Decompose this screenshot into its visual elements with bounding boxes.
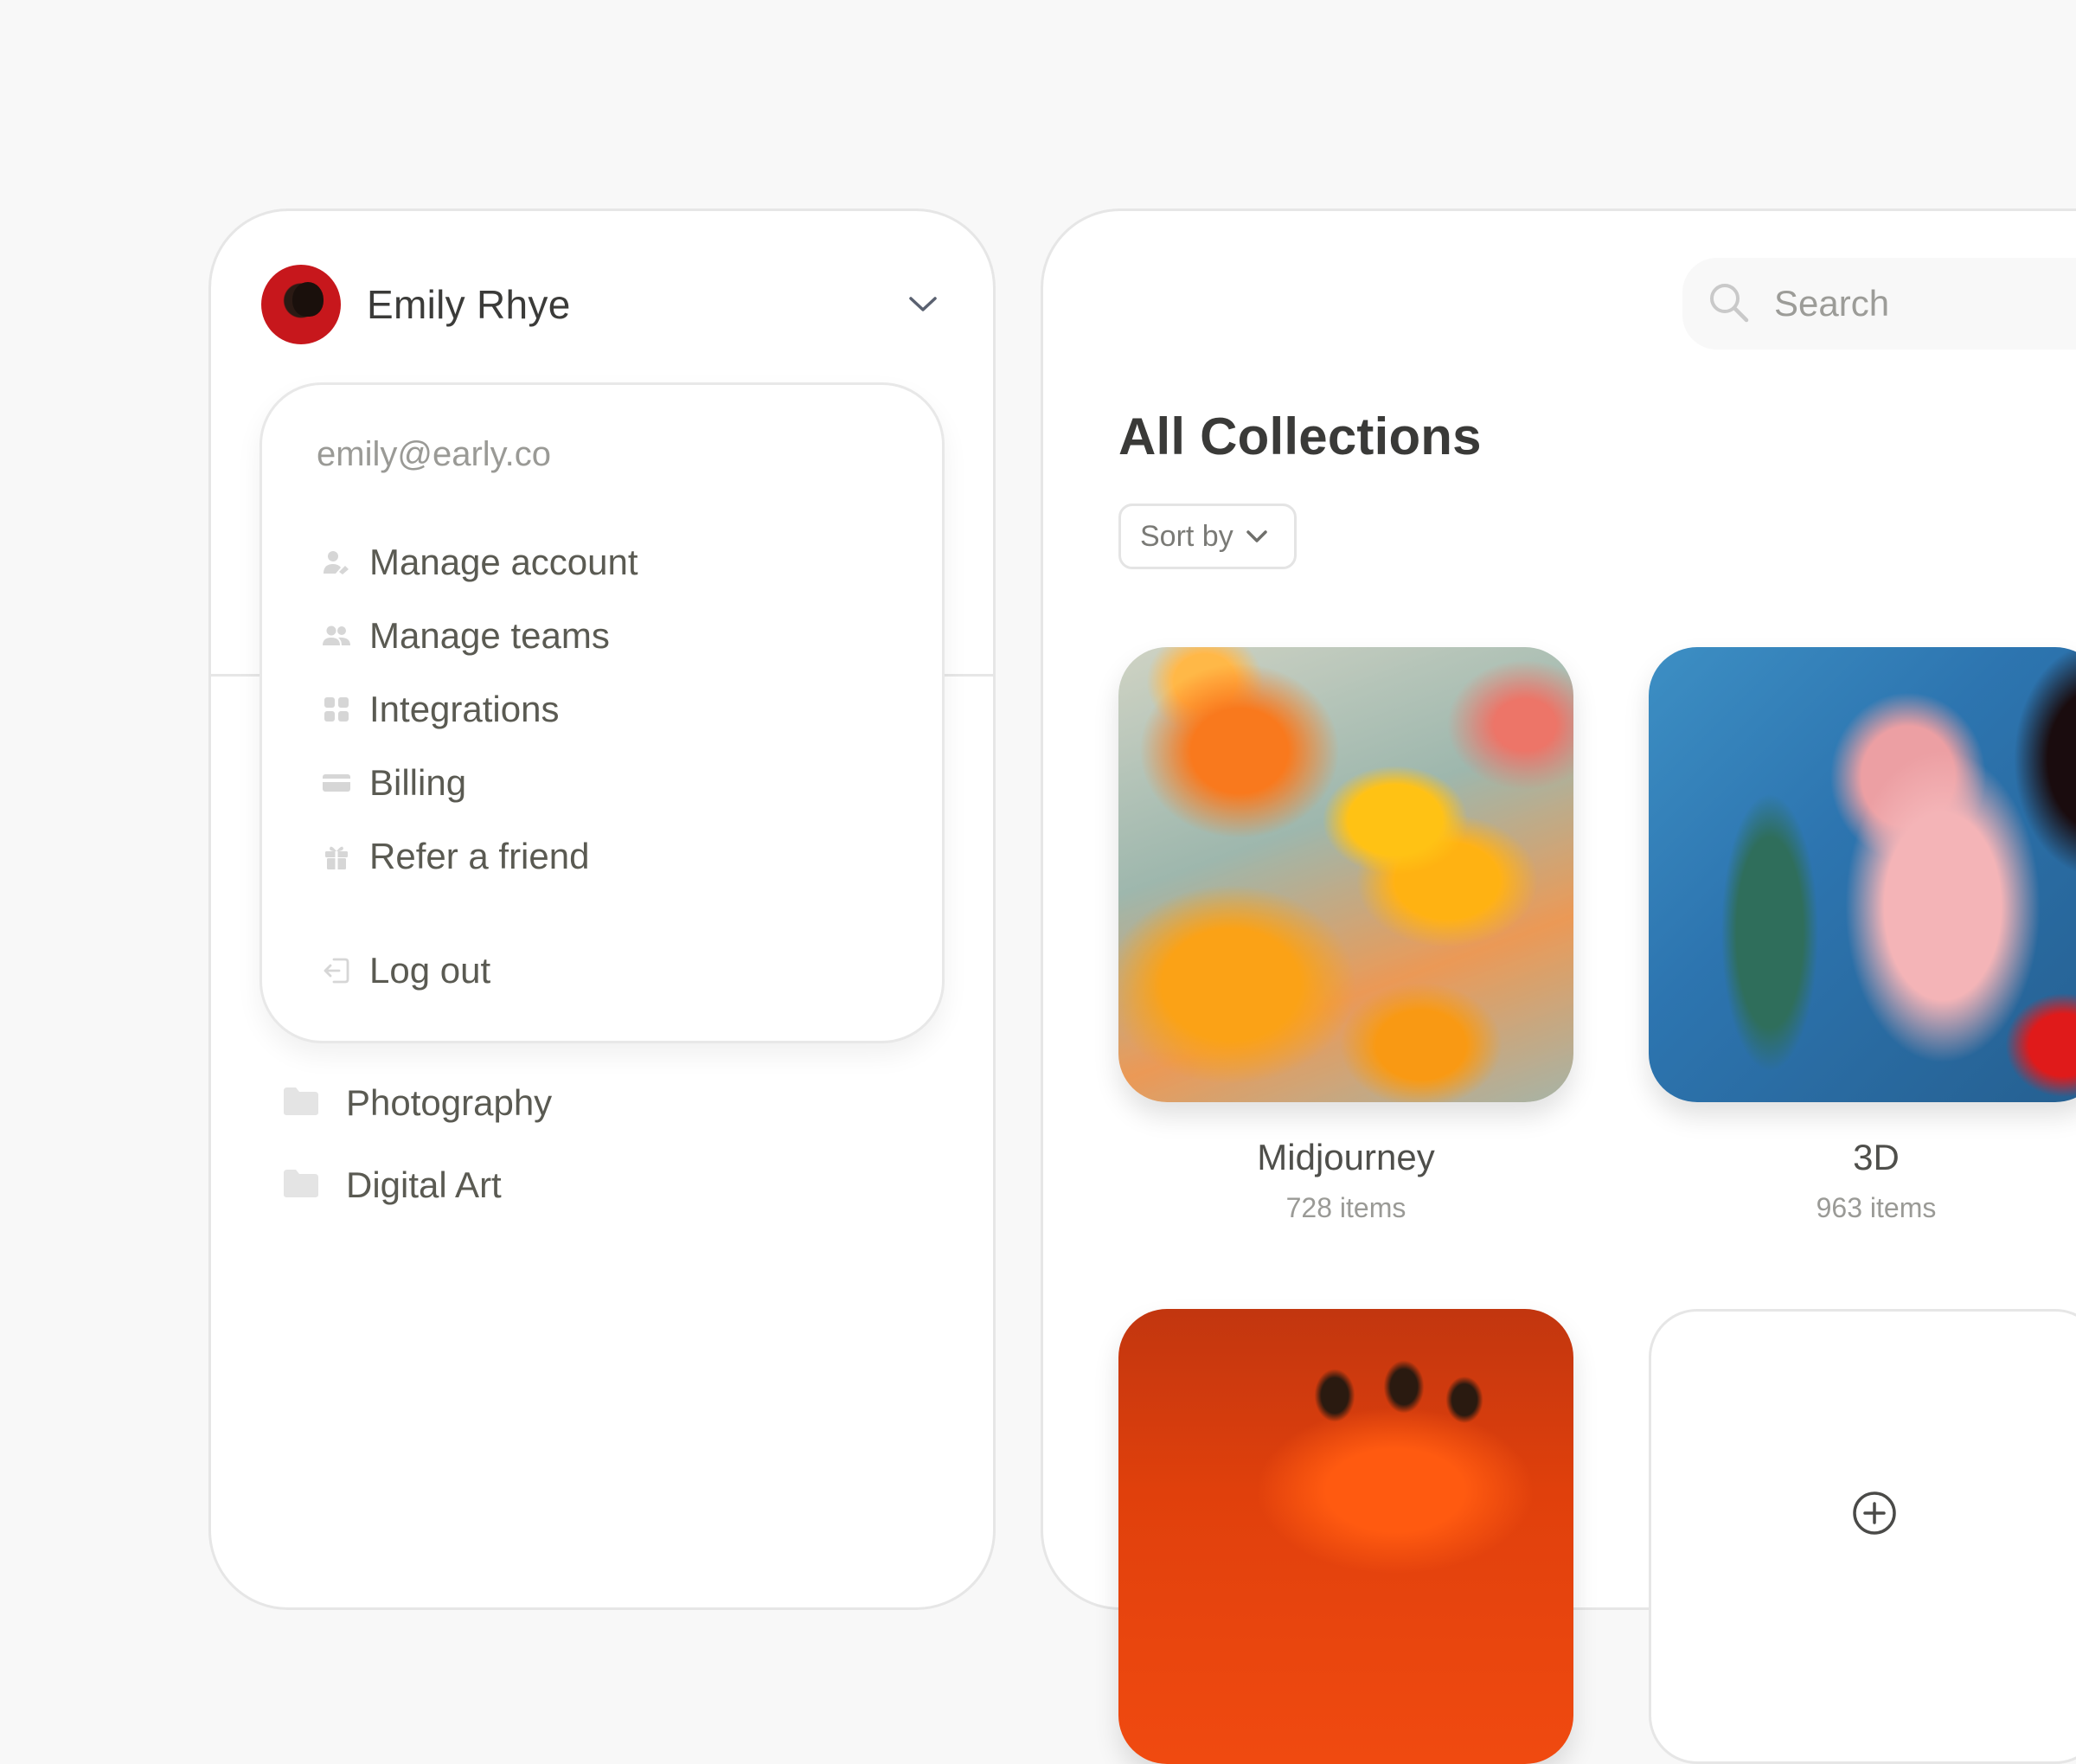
menu-item-label: Integrations [369, 689, 560, 729]
user-cog-icon [321, 547, 352, 578]
grid-icon [321, 694, 352, 725]
search-icon [1707, 280, 1750, 328]
folder-icon [282, 1168, 320, 1203]
log-out-icon [321, 955, 352, 986]
collection-thumbnail[interactable] [1118, 1309, 1573, 1764]
folder-item-photography[interactable]: Photography [282, 1073, 552, 1133]
menu-item-manage-account[interactable]: Manage account [321, 532, 638, 593]
menu-item-label: Manage account [369, 542, 638, 582]
menu-item-log-out[interactable]: Log out [321, 940, 490, 1001]
account-dropdown-menu: emily@early.co Manage account Manage tea… [260, 382, 945, 1043]
menu-item-integrations[interactable]: Integrations [321, 679, 559, 740]
account-switcher[interactable]: Emily Rhye [261, 265, 945, 344]
add-circle-icon[interactable] [1851, 1490, 1898, 1536]
avatar [261, 265, 341, 344]
collection-title[interactable]: 3D [1649, 1137, 2076, 1178]
collection-count: 728 items [1285, 1192, 1406, 1223]
chevron-down-icon[interactable] [901, 283, 945, 326]
collection-thumbnail-3d[interactable] [1649, 647, 2076, 1102]
page-title: All Collections [1118, 407, 1482, 465]
menu-item-label: Refer a friend [369, 836, 590, 876]
chevron-down-icon [1246, 529, 1268, 544]
user-email: emily@early.co [317, 435, 552, 473]
search-input[interactable]: Search [1682, 258, 2076, 350]
menu-item-manage-teams[interactable]: Manage teams [321, 606, 610, 666]
gift-icon [321, 841, 352, 872]
menu-item-label: Billing [369, 762, 467, 803]
menu-item-refer-a-friend[interactable]: Refer a friend [321, 826, 589, 887]
folder-label: Photography [346, 1082, 553, 1123]
sort-label: Sort by [1140, 519, 1233, 553]
folder-icon [282, 1086, 320, 1121]
folder-item-digital-art[interactable]: Digital Art [282, 1155, 502, 1216]
collection-title[interactable]: Midjourney [1118, 1137, 1573, 1178]
folder-label: Digital Art [346, 1164, 502, 1205]
user-name: Emily Rhye [367, 282, 571, 327]
menu-item-billing[interactable]: Billing [321, 753, 466, 813]
collection-count: 963 items [1816, 1192, 1937, 1223]
collection-thumbnail-midjourney[interactable] [1118, 647, 1573, 1102]
credit-card-icon [321, 767, 352, 799]
sort-by-dropdown[interactable]: Sort by [1118, 504, 1297, 569]
menu-item-label: Manage teams [369, 615, 610, 656]
menu-item-label: Log out [369, 950, 491, 991]
users-icon [321, 620, 352, 651]
search-placeholder: Search [1774, 283, 1890, 324]
